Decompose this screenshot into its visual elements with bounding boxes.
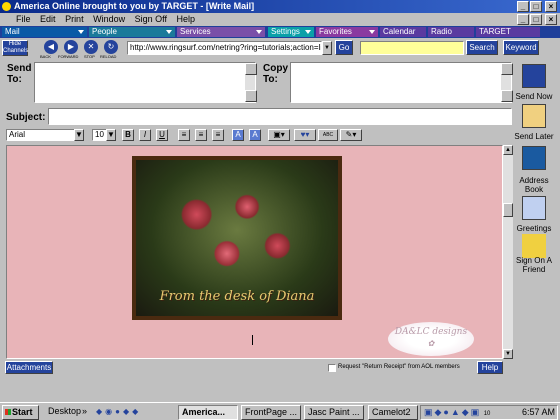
watermark-text: DA&LC designs <box>394 327 468 337</box>
close-button[interactable]: × <box>545 1 557 12</box>
decrease-font-icon[interactable]: A <box>232 129 244 141</box>
send-later-icon[interactable] <box>522 104 546 128</box>
toolbar-expand-icon[interactable]: » <box>82 405 92 420</box>
align-left-icon[interactable]: ≡ <box>178 129 190 141</box>
hide-channels-button[interactable]: Hide Channels <box>2 40 28 56</box>
menu-help[interactable]: Help <box>177 14 196 24</box>
menu-file[interactable]: File <box>16 14 31 24</box>
channel-radio[interactable]: Radio <box>428 27 474 37</box>
task-camelot[interactable]: Camelot2 <box>368 405 418 420</box>
subject-field[interactable] <box>48 108 512 125</box>
back-label: BACK <box>40 54 51 59</box>
title-bar: America Online brought to you by TARGET … <box>0 0 560 13</box>
go-button[interactable]: Go <box>335 40 353 55</box>
align-right-icon[interactable]: ≡ <box>212 129 224 141</box>
task-frontpage[interactable]: FrontPage ... <box>241 405 301 420</box>
aol-logo-icon <box>2 2 11 11</box>
task-paintshop[interactable]: Jasc Paint ... <box>304 405 364 420</box>
menu-edit[interactable]: Edit <box>40 14 56 24</box>
forward-icon[interactable]: ▶ <box>64 40 78 54</box>
channel-target[interactable]: TARGET <box>476 27 540 37</box>
spell-check-icon[interactable]: ABC <box>318 129 338 141</box>
reload-label: RELOAD <box>100 54 117 59</box>
child-restore-button[interactable]: □ <box>530 14 542 25</box>
clock[interactable]: 6:57 AM <box>522 406 555 419</box>
greetings-icon[interactable] <box>522 196 546 220</box>
send-to-label: Send To: <box>7 63 32 85</box>
text-cursor <box>252 335 253 345</box>
copy-to-field[interactable] <box>290 62 513 103</box>
watermark-logo: DA&LC designs ✿ <box>388 322 474 356</box>
channel-people[interactable]: People <box>89 27 175 37</box>
channel-favorites[interactable]: Favorites <box>316 27 378 37</box>
tray-icons[interactable]: ▣◆●▲◆▣ <box>424 407 481 417</box>
address-book-icon[interactable] <box>522 146 546 170</box>
scroll-thumb[interactable] <box>503 203 513 217</box>
maximize-button[interactable]: □ <box>530 1 542 12</box>
send-later-button[interactable]: Send Later <box>510 132 558 141</box>
sign-on-friend-button[interactable]: Sign On A Friend <box>510 256 558 274</box>
greetings-button[interactable]: Greetings <box>510 224 558 233</box>
copy-to-label: Copy To: <box>263 63 288 85</box>
send-to-scrollbar[interactable] <box>245 63 257 102</box>
channel-calendar[interactable]: Calendar <box>380 27 426 37</box>
desktop-toolbar[interactable]: Desktop <box>46 405 82 420</box>
attachments-button[interactable]: Attachments <box>5 361 53 374</box>
channel-services[interactable]: Services <box>177 27 265 37</box>
align-center-icon[interactable]: ≡ <box>195 129 207 141</box>
send-now-icon[interactable] <box>522 64 546 88</box>
sign-on-friend-icon[interactable] <box>522 234 546 258</box>
size-dropdown-icon[interactable]: ▼ <box>106 129 116 141</box>
window-title: America Online brought to you by TARGET … <box>14 1 255 11</box>
help-button[interactable]: Help <box>477 361 503 374</box>
send-to-field[interactable] <box>34 62 257 103</box>
menu-print[interactable]: Print <box>65 14 84 24</box>
child-minimize-button[interactable]: _ <box>517 14 529 25</box>
channel-settings[interactable]: Settings <box>268 27 314 37</box>
back-icon[interactable]: ◀ <box>44 40 58 54</box>
menu-window[interactable]: Window <box>93 14 125 24</box>
font-dropdown-icon[interactable]: ▼ <box>74 129 84 141</box>
forward-label: FORWARD <box>58 54 79 59</box>
roses-picture: From the desk of Diana <box>136 160 338 316</box>
menu-sign-off[interactable]: Sign Off <box>135 14 167 24</box>
bold-button[interactable]: B <box>122 129 134 141</box>
stop-icon[interactable]: ✕ <box>84 40 98 54</box>
italic-button[interactable]: I <box>139 129 151 141</box>
system-tray: ▣◆●▲◆▣ 10 6:57 AM <box>420 405 558 420</box>
channel-bar: Mail People Services Settings Favorites … <box>0 26 560 38</box>
start-button[interactable]: Start <box>2 405 39 420</box>
menu-bar: File Edit Print Window Sign Off Help _ □… <box>0 13 560 26</box>
send-now-button[interactable]: Send Now <box>510 92 558 101</box>
url-input[interactable]: http://www.ringsurf.com/netring?ring=tut… <box>127 41 322 55</box>
tray-number: 10 <box>483 411 491 417</box>
reload-icon[interactable]: ↻ <box>104 40 118 54</box>
task-aol[interactable]: America... <box>178 405 238 420</box>
scroll-down-icon[interactable]: ▼ <box>503 349 513 359</box>
font-select[interactable]: Arial <box>6 129 84 141</box>
minimize-button[interactable]: _ <box>517 1 529 12</box>
stop-label: STOP <box>84 54 95 59</box>
image-caption: From the desk of Diana <box>159 289 315 304</box>
insert-picture-icon[interactable]: ▣▾ <box>268 129 290 141</box>
channel-mail[interactable]: Mail <box>2 27 87 37</box>
favorite-place-icon[interactable]: ♥▾ <box>294 129 316 141</box>
url-dropdown-icon[interactable]: ▼ <box>322 41 332 55</box>
quick-launch-icons[interactable]: ◆◉●◆◆ <box>96 405 166 420</box>
color-icon[interactable]: ✎▾ <box>340 129 362 141</box>
return-receipt-checkbox[interactable] <box>328 364 336 372</box>
underline-button[interactable]: U <box>156 129 168 141</box>
keyword-button[interactable]: Keyword <box>503 40 539 55</box>
scroll-up-icon[interactable]: ▲ <box>503 145 513 155</box>
taskbar: Start Desktop » ◆◉●◆◆ America... FrontPa… <box>0 402 560 420</box>
windows-logo-icon <box>5 409 11 415</box>
stationery-image: From the desk of Diana <box>132 156 342 320</box>
subject-label: Subject: <box>6 112 46 123</box>
address-book-button[interactable]: Address Book <box>510 176 558 194</box>
search-input[interactable] <box>360 41 464 55</box>
return-receipt-label: Request "Return Receipt" from AOL member… <box>338 364 460 370</box>
search-button[interactable]: Search <box>466 40 498 55</box>
child-close-button[interactable]: × <box>545 14 557 25</box>
increase-font-icon[interactable]: A <box>249 129 261 141</box>
